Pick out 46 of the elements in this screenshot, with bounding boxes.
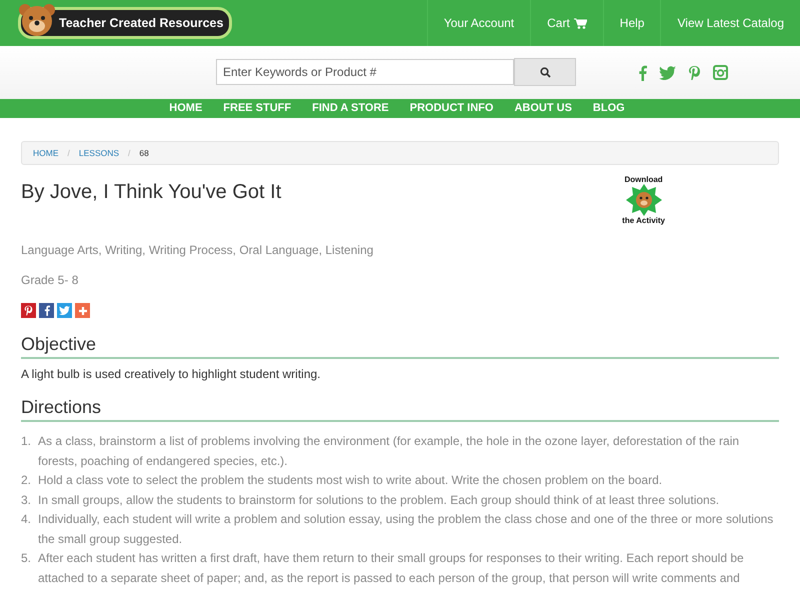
breadcrumb-link[interactable]: LESSONS bbox=[78, 148, 120, 158]
section-heading: Objective bbox=[21, 334, 779, 359]
nav-link[interactable]: ABOUT US bbox=[514, 99, 572, 118]
nav-link[interactable]: FIND A STORE bbox=[312, 99, 389, 118]
step-number: 3. bbox=[21, 492, 32, 508]
badge-text: Download bbox=[624, 175, 663, 184]
twitter-icon[interactable] bbox=[659, 66, 676, 80]
pinterest-icon[interactable] bbox=[688, 64, 701, 80]
nav-link[interactable]: FREE STUFF bbox=[223, 99, 292, 118]
download-activity-badge[interactable]: Download the Activity bbox=[622, 175, 665, 233]
search-icon bbox=[540, 66, 550, 78]
step-number: 1. bbox=[21, 433, 32, 450]
step-number: 5. bbox=[21, 550, 32, 567]
nav-link[interactable]: HOME bbox=[169, 99, 202, 118]
plus-share-icon[interactable] bbox=[75, 303, 90, 318]
current-page-label: 68 bbox=[139, 148, 149, 158]
cart-icon bbox=[574, 18, 587, 28]
section-heading: Directions bbox=[21, 397, 779, 422]
step-text: Hold a class vote to select the problem the students most wish to write about. Write the chosen problem on the board. bbox=[38, 472, 664, 489]
badge-text: the Activity bbox=[622, 216, 665, 225]
step-text: After each student has written a first draft, have them return to their small groups for responses to their writing. Each report should be attached to a separate sheet of paper; and, as the report is passed to each person of the group, that person will write comments and bbox=[38, 550, 745, 586]
step-number: 2. bbox=[21, 472, 32, 489]
nav-link[interactable]: BLOG bbox=[592, 99, 625, 118]
site-logo[interactable]: Teacher Created Resources bbox=[18, 7, 232, 39]
subject-list: Language Arts, Writing, Writing Process, Oral Language, Listening bbox=[21, 243, 779, 257]
facebook-icon[interactable] bbox=[638, 64, 647, 80]
lesson-title: By Jove, I Think You've Got It bbox=[21, 181, 282, 205]
breadcrumb-separator: / bbox=[68, 148, 70, 158]
starburst-bear-icon bbox=[626, 184, 662, 216]
step-text: In small groups, allow the students to brainstorm for solutions to the problem. Each group should think of at least three solutions. bbox=[38, 492, 720, 508]
instagram-icon[interactable] bbox=[713, 65, 728, 80]
search-button[interactable] bbox=[514, 58, 576, 86]
nav-link[interactable]: PRODUCT INFO bbox=[410, 99, 494, 118]
step-text: Individually, each student will write a problem and solution essay, using the problem the class chose and one of the three or more solutions the small group suggested. bbox=[38, 511, 774, 548]
breadcrumb-separator: / bbox=[128, 148, 130, 158]
logo-text: Teacher Created Resources bbox=[59, 16, 224, 30]
twitter-share-icon[interactable] bbox=[57, 303, 72, 318]
pinterest-share-icon[interactable] bbox=[21, 303, 36, 318]
bear-icon bbox=[17, 2, 57, 38]
grade-level: Grade 5- 8 bbox=[21, 273, 80, 287]
step-number: 4. bbox=[21, 511, 32, 528]
step-text: As a class, brainstorm a list of problems involving the environment (for example, the hole in the ozone layer, deforestation of the rain forests, poaching of endangered species, etc.). bbox=[38, 433, 740, 470]
objective-text: A light bulb is used creatively to highlight student writing. bbox=[21, 367, 322, 381]
breadcrumb-link[interactable]: HOME bbox=[33, 148, 58, 158]
search-field[interactable]: Enter Keywords or Product # bbox=[216, 59, 514, 85]
facebook-share-icon[interactable] bbox=[39, 303, 54, 318]
